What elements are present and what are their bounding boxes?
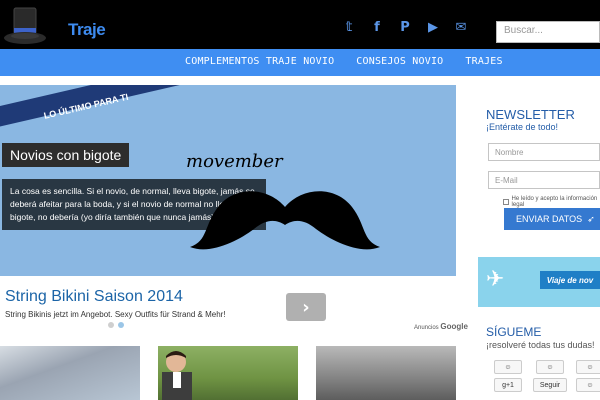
groom-photo-icon bbox=[162, 351, 192, 400]
thumbnail-suits[interactable] bbox=[316, 346, 456, 400]
send-button[interactable]: ENVIAR DATOS ➶ bbox=[504, 208, 600, 230]
slider-dot[interactable] bbox=[108, 322, 114, 328]
share-smiley-button-2[interactable]: ☺ bbox=[536, 360, 564, 374]
follow-title: SÍGUEME bbox=[486, 325, 542, 339]
travel-banner[interactable]: ✈ Viaje de nov bbox=[478, 257, 600, 307]
follow-subtitle: ¡resolveré todas tus dudas! bbox=[486, 340, 595, 350]
share-icon: ☺ bbox=[586, 363, 594, 371]
consent-label: He leído y acepto la información legal bbox=[511, 196, 598, 208]
top-hat-logo-icon[interactable] bbox=[2, 6, 48, 48]
twitter-icon[interactable]: 𝕥 bbox=[342, 21, 356, 34]
ad-subtitle: String Bikinis jetzt im Angebot. Sexy Ou… bbox=[5, 310, 226, 319]
thumbnail-tie[interactable] bbox=[0, 346, 140, 400]
email-icon[interactable]: ✉ bbox=[454, 21, 468, 34]
legal-consent[interactable]: He leído y acepto la información legal bbox=[503, 196, 600, 208]
email-field[interactable]: E-Mail bbox=[488, 171, 600, 189]
nav-item-complementos[interactable]: COMPLEMENTOS TRAJE NOVIO bbox=[185, 56, 334, 67]
slider-dots bbox=[108, 322, 124, 328]
youtube-icon[interactable]: ▶ bbox=[426, 21, 440, 34]
google-brand: Google bbox=[440, 322, 468, 331]
hero-title[interactable]: Novios con bigote bbox=[2, 143, 130, 167]
nav-links: COMPLEMENTOS TRAJE NOVIO CONSEJOS NOVIO … bbox=[185, 56, 503, 67]
share-button-3[interactable]: ☺ bbox=[576, 360, 600, 374]
smiley-icon: ☺ bbox=[546, 363, 554, 371]
thumbnail-groom[interactable] bbox=[158, 346, 298, 400]
search-input[interactable]: Buscar... bbox=[496, 21, 600, 43]
ad-title[interactable]: String Bikini Saison 2014 bbox=[5, 288, 227, 306]
page: Traje 𝕥 f P ▶ ✉ Buscar... COMPLEMENTOS T… bbox=[0, 0, 600, 400]
share-smiley-button[interactable]: ☺ bbox=[494, 360, 522, 374]
share-icon: ☺ bbox=[586, 381, 594, 389]
site-logo-text[interactable]: Traje bbox=[68, 20, 106, 40]
ads-by-google: Anuncios Google bbox=[414, 322, 468, 331]
banner-label: Viaje de nov bbox=[540, 271, 600, 289]
follow-label: Seguir bbox=[539, 381, 561, 389]
nav-item-trajes[interactable]: TRAJES bbox=[465, 56, 502, 67]
newsletter-title: NEWSLETTER bbox=[486, 107, 575, 122]
hero-slider[interactable]: LO ÚLTIMO PARA TI Novios con bigote La c… bbox=[0, 85, 456, 276]
share-button-6[interactable]: ☺ bbox=[576, 378, 600, 392]
twitter-follow-button[interactable]: Seguir bbox=[533, 378, 567, 392]
send-label: ENVIAR DATOS bbox=[516, 214, 583, 224]
pinterest-icon[interactable]: P bbox=[398, 21, 412, 34]
google-plus-label: g+1 bbox=[502, 381, 514, 389]
newsletter-subtitle: ¡Entérate de todo! bbox=[486, 122, 559, 132]
facebook-icon[interactable]: f bbox=[370, 21, 384, 34]
movember-text: movember bbox=[186, 151, 283, 172]
mustache-icon bbox=[190, 191, 380, 250]
airplane-icon: ✈ bbox=[486, 267, 505, 292]
google-plusone-button[interactable]: g+1 bbox=[494, 378, 522, 392]
consent-checkbox[interactable] bbox=[503, 199, 509, 205]
smiley-icon: ☺ bbox=[504, 363, 512, 371]
chevron-right-icon[interactable]: › bbox=[286, 293, 326, 321]
ads-label: Anuncios bbox=[414, 325, 439, 331]
rocket-icon: ➶ bbox=[587, 213, 595, 224]
nav-item-consejos[interactable]: CONSEJOS NOVIO bbox=[356, 56, 443, 67]
social-links: 𝕥 f P ▶ ✉ bbox=[342, 21, 468, 34]
slider-dot[interactable] bbox=[118, 322, 124, 328]
ribbon-banner bbox=[0, 85, 283, 129]
name-field[interactable]: Nombre bbox=[488, 143, 600, 161]
sidebar bbox=[476, 85, 600, 400]
